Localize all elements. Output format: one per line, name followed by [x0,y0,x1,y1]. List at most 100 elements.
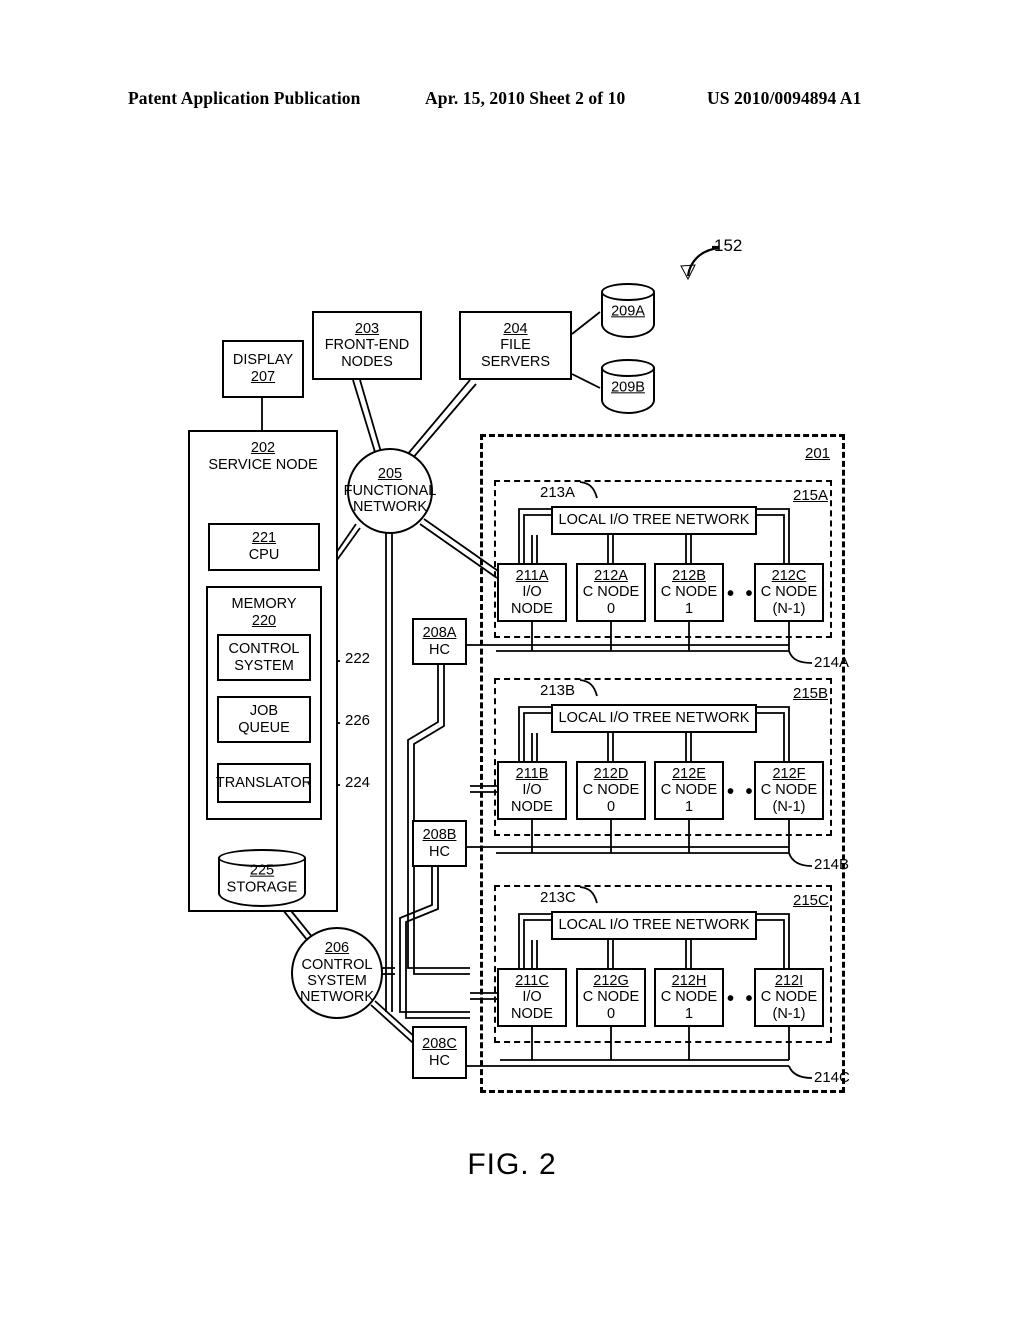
c-node-212i-label-2: (N-1) [772,1005,806,1022]
display-box: DISPLAY 207 [222,340,304,398]
c-node-212b-label-1: C NODE [660,584,718,601]
hc-208b-label: HC [429,843,450,860]
bus-214b-ref: 214B [814,856,850,873]
header-date-sheet: Apr. 15, 2010 Sheet 2 of 10 [425,88,626,108]
control-system-label-2: SYSTEM [234,657,294,674]
c-node-212a-ref: 212A [594,567,628,584]
file-servers-box: 204 FILE SERVERS [459,311,572,380]
c-node-212e-label-1: C NODE [660,782,718,799]
display-label: DISPLAY [232,352,294,369]
file-servers-ref: 204 [503,320,528,337]
c-node-212c-label-2: (N-1) [772,600,806,617]
local-io-tree-network-a: LOCAL I/O TREE NETWORK [551,506,757,535]
figure-caption: FIG. 2 [467,1148,557,1181]
local-io-tree-network-b: LOCAL I/O TREE NETWORK [551,704,757,733]
io-node-211b: 211B I/O NODE [497,761,567,820]
io-node-211a-label-1: I/O [522,584,542,601]
c-node-212c-label-1: C NODE [760,584,818,601]
c-node-212i: 212I C NODE (N-1) [754,968,824,1027]
disk-209b: 209B [601,359,655,414]
front-end-nodes-label-1: FRONT-END [324,337,410,354]
storage-ref: 225 [249,862,275,879]
c-node-212e-label-2: 1 [684,798,694,815]
rack-215b-ref: 215B [793,685,829,702]
system-reference-152: 152 [714,236,743,255]
c-node-212d: 212D C NODE 0 [576,761,646,820]
c-node-212g-label-2: 0 [606,1005,616,1022]
service-node-ref: 202 [250,440,276,456]
hc-208a-ref: 208A [422,624,457,641]
service-node-label: SERVICE NODE [208,456,318,473]
rack-215c-ref: 215C [793,892,829,909]
memory-label: MEMORY [231,596,297,612]
control-system-network-label-1: CONTROL [301,956,373,973]
cpu-label: CPU [248,547,280,563]
io-node-211a-ref: 211A [515,567,549,584]
io-node-211c-ref: 211C [515,972,549,989]
hardware-controller-208b: 208B HC [412,820,467,867]
c-node-212i-ref: 212I [774,972,804,989]
c-node-212i-label-1: C NODE [760,989,818,1006]
io-node-211b-ref: 211B [515,765,549,782]
c-node-212a: 212A C NODE 0 [576,563,646,622]
c-node-212a-label-1: C NODE [582,584,640,601]
file-servers-label-2: SERVERS [480,353,551,370]
local-io-tree-network-c: LOCAL I/O TREE NETWORK [551,911,757,940]
control-system-network-ref: 206 [324,940,350,957]
c-node-212b-ref: 212B [672,567,706,584]
functional-network-label-1: FUNCTIONAL [343,482,437,499]
c-node-212b-label-2: 1 [684,600,694,617]
storage-cylinder: 225 STORAGE [218,849,306,907]
c-node-212g-label-1: C NODE [582,989,640,1006]
disk-209a: 209A [601,283,655,338]
hc-208c-ref: 208C [422,1035,457,1052]
io-node-211a-label-2: NODE [511,600,553,617]
local-io-tree-network-b-label: LOCAL I/O TREE NETWORK [558,710,750,727]
front-end-nodes-label-2: NODES [341,353,393,370]
c-node-212h-label-1: C NODE [660,989,718,1006]
control-system-box: CONTROL SYSTEM [217,634,311,681]
c-node-212f-label-2: (N-1) [772,798,806,815]
hc-208c-label: HC [429,1052,450,1069]
job-queue-label-2: QUEUE [238,719,290,736]
io-node-211c: 211C I/O NODE [497,968,567,1027]
c-node-212a-label-2: 0 [606,600,616,617]
functional-network-ref: 205 [377,466,403,483]
control-system-network-label-3: NETWORK [299,989,375,1006]
io-node-211c-label-1: I/O [522,989,542,1006]
front-end-nodes-box: 203 FRONT-END NODES [312,311,422,380]
bus-214a-ref: 214A [814,654,850,671]
c-node-212d-label-1: C NODE [582,782,640,799]
c-node-212c: 212C C NODE (N-1) [754,563,824,622]
hardware-controller-208c: 208C HC [412,1026,467,1079]
c-node-212g-ref: 212G [593,972,629,989]
c-node-212e: 212E C NODE 1 [654,761,724,820]
compute-core-ref: 201 [805,445,831,462]
c-node-212g: 212G C NODE 0 [576,968,646,1027]
tree-213a-ref: 213A [540,484,576,501]
c-node-212f-label-1: C NODE [760,782,818,799]
translator-label: TRANSLATOR [215,774,313,791]
job-queue-label-1: JOB [249,702,279,719]
bus-214c-ref: 214C [814,1069,850,1086]
c-node-212d-label-2: 0 [606,798,616,815]
cpu-ref: 221 [251,530,277,547]
c-node-212c-ref: 212C [771,567,807,584]
c-node-212h: 212H C NODE 1 [654,968,724,1027]
io-node-211a: 211A I/O NODE [497,563,567,622]
hc-208a-label: HC [429,641,450,658]
disk-209b-ref: 209B [611,378,645,395]
tree-213c-ref: 213C [540,889,576,906]
c-node-212f-ref: 212F [772,765,806,782]
patent-figure-page: Patent Application Publication Apr. 15, … [0,0,1024,1320]
c-node-212b: 212B C NODE 1 [654,563,724,622]
control-system-label-1: CONTROL [228,640,300,657]
translator-box: TRANSLATOR [215,763,313,803]
file-servers-label-1: FILE [500,337,531,354]
c-node-212h-ref: 212H [671,972,707,989]
io-node-211b-label-1: I/O [522,782,542,799]
functional-network-label-2: NETWORK [352,499,428,516]
control-system-ref: 222 [345,650,371,667]
front-end-nodes-ref: 203 [354,320,380,337]
io-node-211c-label-2: NODE [511,1005,553,1022]
